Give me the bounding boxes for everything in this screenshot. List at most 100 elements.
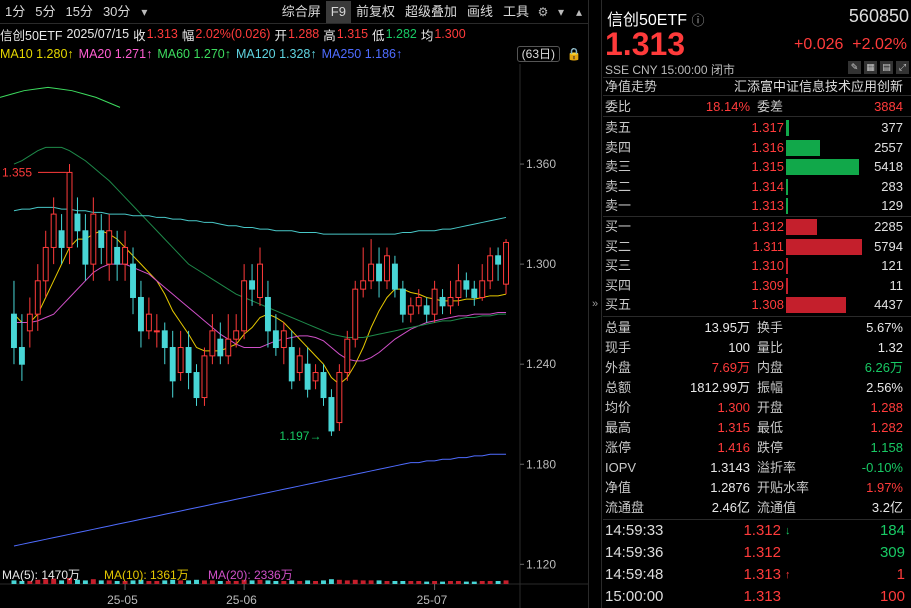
ask-label: 卖五: [605, 118, 631, 138]
ask-row[interactable]: 卖五1.317377: [603, 118, 911, 138]
stat-label: 最高: [605, 418, 631, 438]
gear-icon[interactable]: ⚙: [534, 3, 552, 21]
fund-row[interactable]: 净值走势 汇添富中证信息技术应用创新: [603, 77, 911, 96]
candle-up: [345, 339, 350, 372]
tick-row: 14:59:331.312↓184: [603, 520, 911, 542]
volume-bar: [440, 582, 445, 584]
ma20-legend: MA20 1.271↑: [79, 47, 153, 61]
stat-value: 1812.99万: [690, 378, 750, 398]
order-ratio-row: 委比 18.14% 委差 3884: [603, 97, 911, 117]
composite-screen-button[interactable]: 综合屏: [277, 1, 326, 23]
ask-volume: 2557: [874, 138, 903, 158]
stat-value: 1.282: [870, 418, 903, 438]
stats-row: 现手100量比1.32: [603, 338, 911, 358]
candle-down: [194, 373, 199, 398]
candle-up: [353, 289, 358, 339]
stats-row: IOPV1.3143溢折率-0.10%: [603, 458, 911, 478]
stat-label: 净值: [605, 478, 631, 498]
stat-label: 外盘: [605, 358, 631, 378]
candlestick-chart[interactable]: 1.3601.3001.2401.1801.1201.3551.197→MA(5…: [0, 64, 588, 608]
volume-bar: [400, 581, 405, 584]
tick-volume: 309: [880, 542, 905, 564]
candle-up: [281, 331, 286, 348]
stat-value: 7.69万: [712, 358, 750, 378]
edit-icon[interactable]: ✎: [848, 61, 861, 74]
chart-icon[interactable]: ▤: [880, 61, 893, 74]
candle-down: [59, 231, 64, 248]
lock-icon[interactable]: 🔒: [565, 45, 583, 63]
candle-up: [258, 264, 263, 297]
ask-row[interactable]: 卖三1.3155418: [603, 157, 911, 177]
security-code: 560850: [849, 6, 909, 27]
grid-icon[interactable]: ▦: [864, 61, 877, 74]
ma250-line: [14, 454, 506, 546]
low-annotation: 1.197→: [279, 429, 321, 443]
quote-date: 2025/07/15: [67, 27, 130, 41]
volume-bar: [297, 581, 302, 584]
stat-label: 开盘: [757, 398, 783, 418]
ask-book: 卖五1.317377卖四1.3162557卖三1.3155418卖二1.3142…: [603, 118, 911, 216]
volume-bar: [472, 582, 477, 584]
volume-bar: [377, 580, 382, 584]
bid-row[interactable]: 买一1.3122285: [603, 217, 911, 237]
stats-row: 最高1.315最低1.282: [603, 418, 911, 438]
tick-volume: 100: [880, 586, 905, 608]
forward-adjust-button[interactable]: 前复权: [351, 1, 400, 23]
candle-up: [488, 256, 493, 281]
chevron-down-icon[interactable]: ▾: [135, 3, 153, 21]
info-icon[interactable]: ⓘ: [691, 13, 704, 28]
period-30min-button[interactable]: 30分: [98, 1, 135, 23]
candle-up: [27, 314, 32, 331]
chart-toolbar: 1分 5分 15分 30分 ▾ 综合屏 F9 前复权 超级叠加 画线 工具 ⚙ …: [0, 0, 588, 24]
expand-icon[interactable]: ⤢: [896, 61, 909, 74]
volume-ma5-legend: MA(5): 1470万: [2, 568, 80, 582]
candle-down: [464, 281, 469, 289]
period-15min-button[interactable]: 15分: [60, 1, 97, 23]
draw-line-button[interactable]: 画线: [462, 1, 498, 23]
tick-row: 14:59:481.313↑1: [603, 564, 911, 586]
candle-up: [154, 331, 159, 332]
stat-value: 6.26万: [865, 358, 903, 378]
candle-up: [178, 348, 183, 373]
bid-row[interactable]: 买四1.30911: [603, 276, 911, 296]
tools-button[interactable]: 工具: [498, 1, 534, 23]
bid-price: 1.310: [751, 256, 784, 276]
chevron-up-icon[interactable]: ▴: [570, 3, 588, 21]
bid-row[interactable]: 买二1.3115794: [603, 237, 911, 257]
candle-down: [496, 256, 501, 264]
stat-value: 1.158: [870, 438, 903, 458]
tick-time: 14:59:33: [605, 520, 663, 542]
range-selector[interactable]: (63日): [517, 46, 560, 62]
period-5min-button[interactable]: 5分: [30, 1, 60, 23]
market-status: SSE CNY 15:00:00 闭市: [605, 61, 735, 78]
ask-row[interactable]: 卖二1.314283: [603, 177, 911, 197]
bid-volume: 4437: [874, 295, 903, 315]
bid-row[interactable]: 买三1.310121: [603, 256, 911, 276]
candle-up: [226, 339, 231, 356]
super-overlay-button[interactable]: 超级叠加: [400, 1, 462, 23]
ask-row[interactable]: 卖一1.313129: [603, 196, 911, 216]
bid-row[interactable]: 买五1.3084437: [603, 295, 911, 315]
candle-up: [146, 314, 151, 331]
volume-bar: [305, 580, 310, 584]
y-tick-label: 1.120: [526, 557, 556, 571]
x-tick-label: 25-05: [107, 593, 138, 607]
tick-price: 1.313: [743, 586, 781, 608]
stat-value: 1.2876: [710, 478, 750, 498]
ask-row[interactable]: 卖四1.3162557: [603, 138, 911, 158]
candle-down: [162, 331, 167, 348]
candle-up: [202, 356, 207, 398]
stat-value: 1.288: [870, 398, 903, 418]
volume-bar: [361, 580, 366, 584]
bid-volume: 5794: [874, 237, 903, 257]
volume-bar: [392, 581, 397, 584]
stat-value: 1.315: [717, 418, 750, 438]
quote-panel: 信创50ETF ⓘ 560850 1.313 +0.026 +2.02% SSE…: [603, 0, 911, 608]
bid-label: 买一: [605, 217, 631, 237]
tick-volume: 1: [897, 564, 905, 586]
collapse-panel-toggle[interactable]: »: [588, 0, 602, 608]
f9-button[interactable]: F9: [326, 1, 351, 23]
period-1min-button[interactable]: 1分: [0, 1, 30, 23]
bid-price: 1.311: [752, 237, 784, 257]
chevron-down-icon[interactable]: ▾: [552, 3, 570, 21]
